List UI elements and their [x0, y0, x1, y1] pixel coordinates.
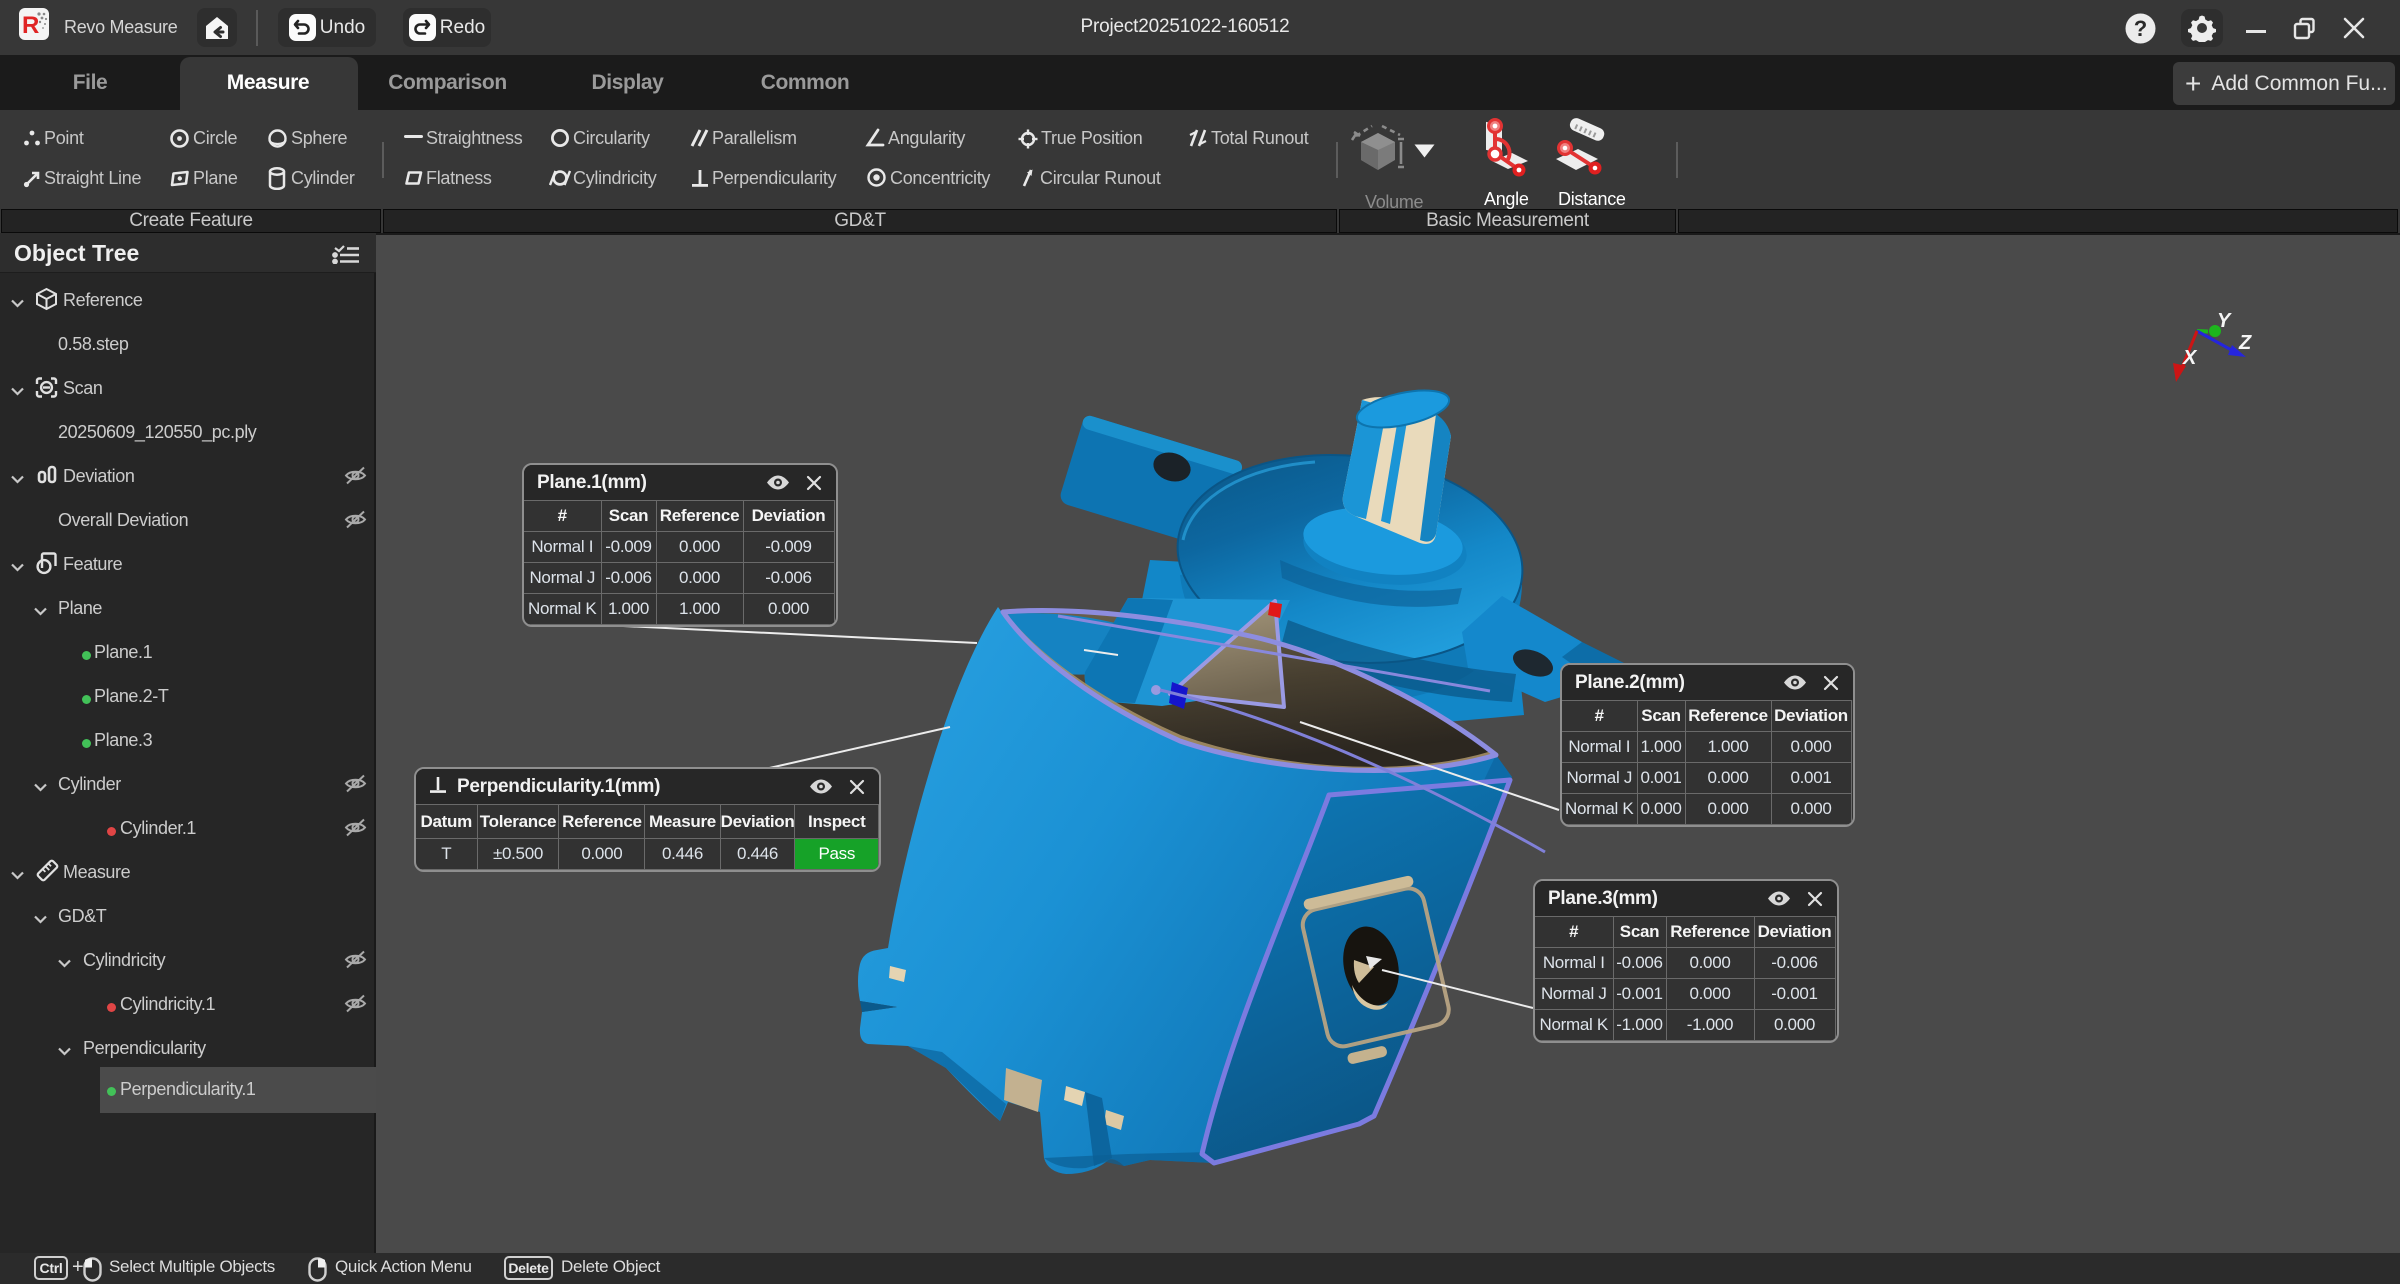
svg-text:Y: Y — [2217, 310, 2232, 332]
svg-text:?: ? — [2134, 16, 2147, 41]
svg-text:R: R — [22, 12, 39, 39]
svg-text:Z: Z — [2238, 332, 2252, 354]
svg-text:X: X — [2182, 347, 2198, 369]
